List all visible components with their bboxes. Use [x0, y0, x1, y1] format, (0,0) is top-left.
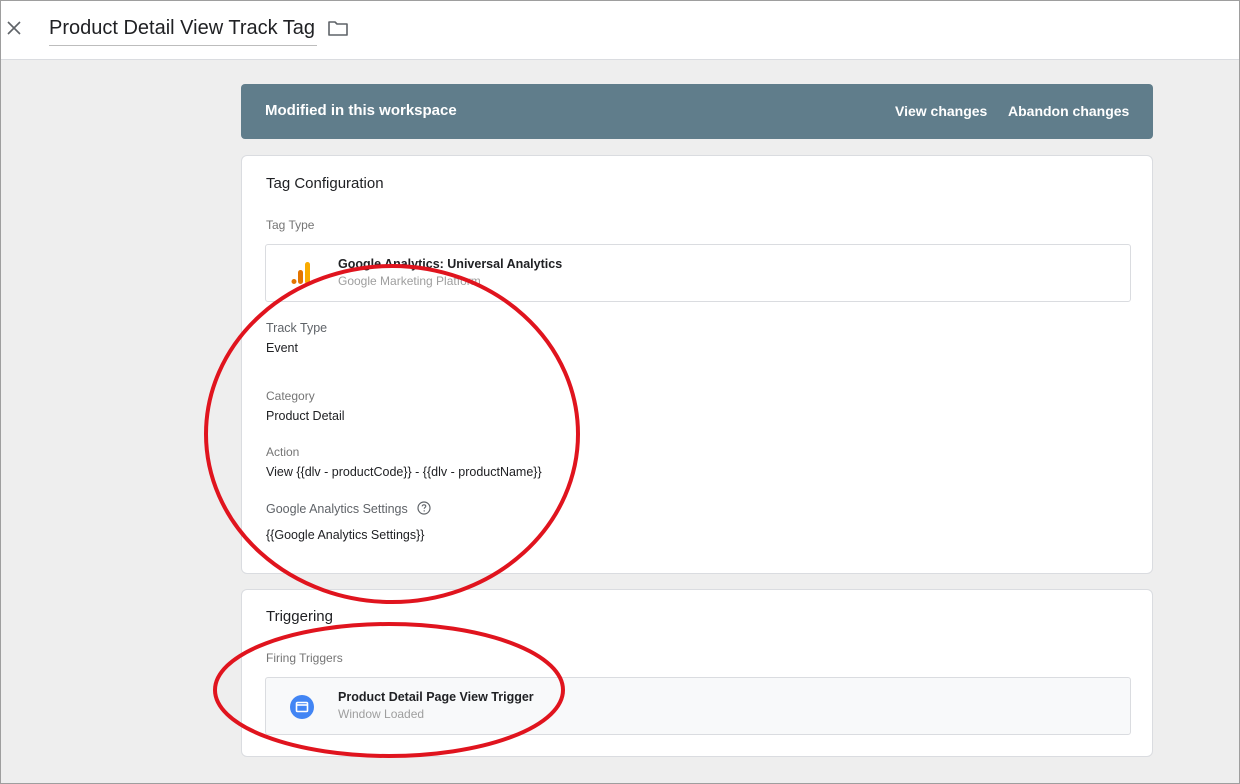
triggering-title: Triggering	[266, 608, 333, 625]
firing-triggers-label: Firing Triggers	[266, 651, 343, 665]
google-analytics-icon	[291, 261, 313, 290]
ga-settings-value: {{Google Analytics Settings}}	[266, 528, 425, 542]
tag-configuration-card[interactable]: Tag Configuration Tag Type Google Analyt…	[241, 155, 1153, 574]
view-changes-button[interactable]: View changes	[895, 103, 987, 119]
abandon-changes-button[interactable]: Abandon changes	[1008, 103, 1129, 119]
top-bar: Product Detail View Track Tag	[0, 0, 1240, 60]
help-icon[interactable]	[417, 501, 431, 518]
tag-type-provider: Google Marketing Platform	[338, 274, 481, 288]
tag-type-name: Google Analytics: Universal Analytics	[338, 257, 563, 271]
banner-text: Modified in this workspace	[265, 102, 457, 119]
ga-settings-label-row: Google Analytics Settings	[266, 501, 431, 518]
tag-type-label: Tag Type	[266, 218, 315, 232]
tag-name-input[interactable]: Product Detail View Track Tag	[49, 14, 318, 46]
folder-icon[interactable]	[327, 18, 349, 38]
track-type-label: Track Type	[266, 321, 328, 335]
ga-settings-label: Google Analytics Settings	[266, 501, 408, 516]
trigger-name: Product Detail Page View Trigger	[338, 690, 534, 704]
tag-type-box[interactable]: Google Analytics: Universal Analytics Go…	[265, 244, 1131, 302]
window-loaded-icon	[289, 694, 315, 725]
trigger-type: Window Loaded	[338, 707, 425, 721]
workspace-banner: Modified in this workspace View changes …	[241, 84, 1153, 139]
category-value: Product Detail	[266, 409, 345, 423]
close-icon[interactable]	[4, 18, 24, 38]
action-value: View {{dlv - productCode}} - {{dlv - pro…	[266, 465, 542, 479]
trigger-item[interactable]: Product Detail Page View Trigger Window …	[265, 677, 1131, 735]
tag-configuration-title: Tag Configuration	[266, 175, 384, 192]
action-label: Action	[266, 445, 300, 459]
triggering-card[interactable]: Triggering Firing Triggers Product Detai…	[241, 589, 1153, 757]
category-label: Category	[266, 389, 315, 403]
track-type-value: Event	[266, 341, 298, 355]
